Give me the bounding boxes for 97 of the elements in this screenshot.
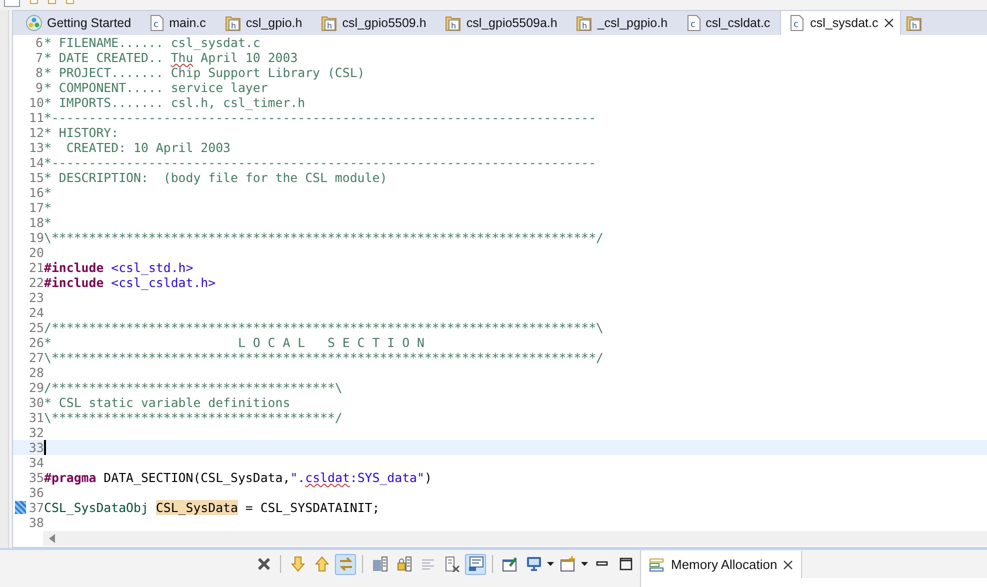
dropdown-caret-icon[interactable] (581, 562, 588, 566)
editor-tab[interactable]: c csl_csldat.c (678, 11, 778, 35)
close-icon[interactable] (884, 18, 894, 28)
line-number: 12 (29, 125, 44, 140)
code-line: /*************************************************************************\ (44, 320, 604, 335)
code-line: \*************************************************************************/ (44, 230, 604, 245)
line-number: 17 (29, 200, 44, 215)
line-number: 36 (29, 485, 44, 500)
h-file-icon: h (445, 15, 462, 31)
code-line: * IMPORTS....... csl.h, csl_timer.h (44, 95, 306, 110)
line-number: 10 (29, 95, 44, 110)
memory-lock-icon (396, 556, 412, 572)
code-line: \*************************************************************************/ (44, 350, 604, 365)
line-number: 31 (29, 410, 44, 425)
new-window-icon (560, 556, 576, 572)
close-icon[interactable] (783, 560, 794, 570)
line-number: 32 (29, 425, 44, 440)
memory-bars-icon (649, 558, 665, 572)
c-file-icon: c (790, 15, 804, 31)
code-line: * DATE CREATED.. Thu April 10 2003 (44, 50, 298, 65)
code-line: *------------------------------------------------------------------------- (44, 155, 596, 170)
line-number: 13 (29, 140, 44, 155)
line-number: 22 (29, 275, 44, 290)
view-tab[interactable]: Memory Allocation (641, 551, 802, 578)
code-line: CSL_SysDataObj CSL_SysData = CSL_SYSDATAINIT; (44, 500, 380, 515)
text-cursor (44, 440, 46, 455)
horizontal-scrollbar[interactable] (43, 531, 987, 546)
code-line: * PROJECT....... Chip Support Library (CSL) (44, 65, 365, 80)
line-number: 19 (29, 230, 44, 245)
code-line: #include <csl_std.h> (44, 260, 194, 275)
code-line: * COMPONENT..... service layer (44, 80, 268, 95)
line-number: 21 (29, 260, 44, 275)
line-number: 33 (29, 440, 44, 455)
h-file-icon: h (321, 15, 338, 31)
editor-tab[interactable]: Getting Started (17, 11, 138, 35)
code-line: * FILENAME...... csl_sysdat.c (44, 35, 260, 50)
code-line: * (44, 215, 52, 230)
line-number: 8 (34, 65, 44, 80)
editor-tab[interactable]: c main.c (141, 11, 213, 35)
line-number: 15 (29, 170, 44, 185)
code-line: \**************************************/ (44, 410, 342, 425)
line-number: 28 (29, 365, 44, 380)
document-remove-icon (444, 556, 460, 572)
code-line: * (44, 200, 52, 215)
scroll-left-icon[interactable] (49, 534, 55, 543)
code-line: * L O C A L S E C T I O N (44, 335, 424, 350)
line-number: 34 (29, 455, 44, 470)
code-line: #pragma DATA_SECTION(CSL_SysData,".csldat:SYS_data") (44, 470, 432, 485)
app-icon (26, 15, 42, 31)
arrow-up-icon (314, 556, 330, 572)
line-number: 23 (29, 290, 44, 305)
h-file-icon: h (576, 15, 592, 31)
maximize-icon (618, 556, 634, 572)
c-file-icon: c (686, 15, 701, 31)
link-arrows-icon (338, 556, 354, 572)
line-number: 37 (29, 500, 44, 515)
line-number: 7 (34, 50, 44, 65)
h-file-icon: h (224, 15, 241, 31)
line-number: 26 (29, 335, 44, 350)
console-icon (468, 556, 484, 572)
line-number: 24 (29, 305, 44, 320)
line-number: 29 (29, 380, 44, 395)
editor-tab[interactable]: h csl_gpio5509.h (312, 11, 434, 35)
remove-all-icon (256, 556, 272, 572)
memory-map-icon (372, 556, 388, 572)
line-number: 16 (29, 185, 44, 200)
code-line: #include <csl_csldat.h> (44, 275, 216, 290)
dropdown-caret-icon[interactable] (547, 562, 554, 566)
line-number: 30 (29, 395, 44, 410)
code-line: *------------------------------------------------------------------------- (44, 110, 596, 125)
editor-tab[interactable]: h _csl_pgpio.h (567, 11, 675, 35)
toolbar-icon[interactable] (4, 0, 20, 7)
code-line: /**************************************\ (44, 380, 342, 395)
editor-tab[interactable]: h csl_gpio5509a.h (436, 11, 564, 35)
editor-tab[interactable]: c csl_sysdat.c (780, 11, 902, 35)
code-line: * CREATED: 10 April 2003 (44, 140, 230, 155)
line-number: 38 (29, 515, 44, 530)
c-file-icon: c (150, 15, 164, 31)
line-number: 6 (34, 35, 44, 50)
line-number: 18 (29, 215, 44, 230)
monitor-icon (526, 556, 542, 572)
line-number: 27 (29, 350, 44, 365)
line-number: 9 (34, 80, 44, 95)
code-line: * HISTORY: (44, 125, 119, 140)
line-number: 35 (29, 470, 44, 485)
arrow-down-icon (290, 556, 306, 572)
line-number: 14 (29, 155, 44, 170)
line-number: 20 (29, 245, 44, 260)
code-line: * (44, 185, 52, 200)
h-file-icon: h (906, 15, 922, 31)
editor-tab[interactable]: h (904, 11, 930, 35)
editor-tab[interactable]: h csl_gpio.h (216, 11, 310, 35)
line-number: 25 (29, 320, 44, 335)
code-line: * CSL static variable definitions (44, 395, 290, 410)
window-pin-icon (502, 556, 518, 572)
code-line: * DESCRIPTION: (body file for the CSL module) (44, 170, 388, 185)
line-number: 11 (29, 110, 44, 125)
